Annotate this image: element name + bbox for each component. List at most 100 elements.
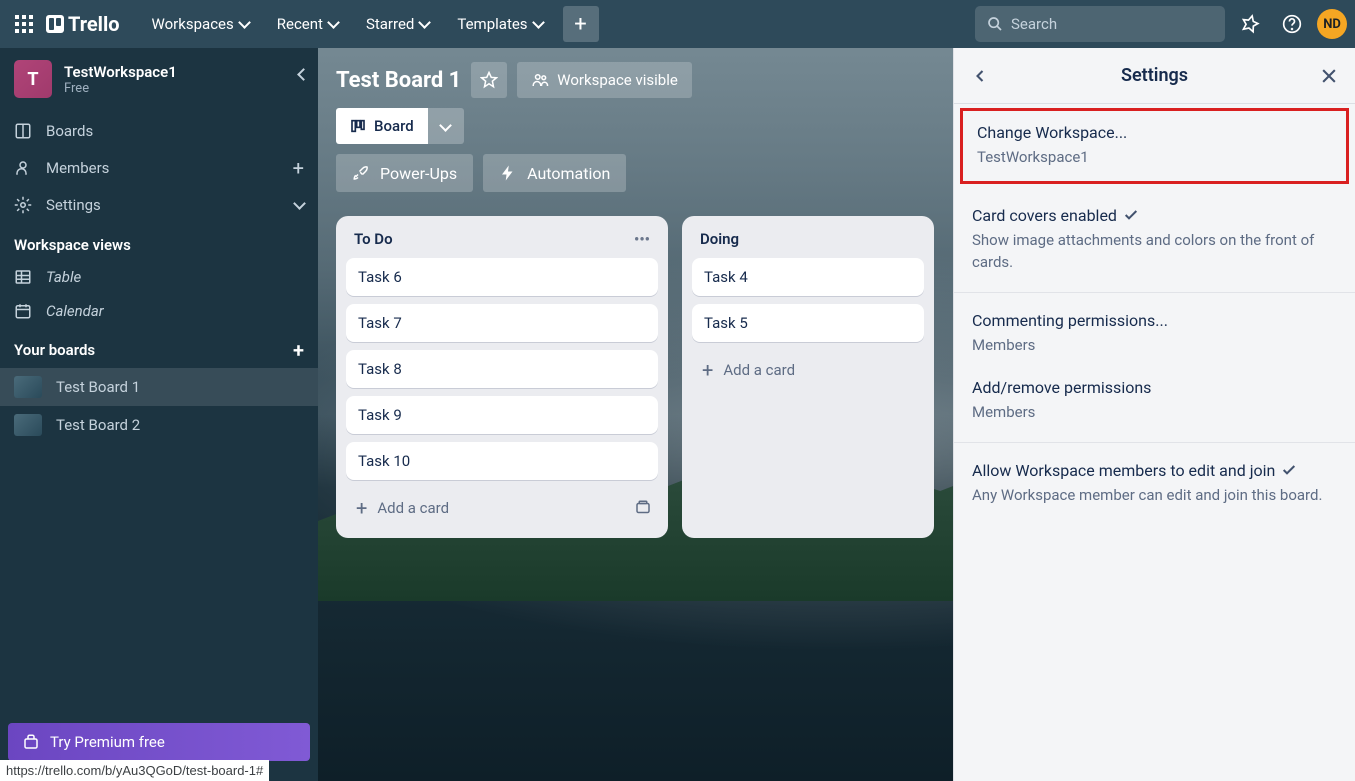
workspace-views-heading: Workspace views bbox=[0, 226, 318, 260]
sidebar-item-settings[interactable]: Settings bbox=[0, 188, 318, 222]
card[interactable]: Task 9 bbox=[346, 396, 658, 434]
allow-workspace-option[interactable]: Allow Workspace members to edit and join… bbox=[972, 461, 1337, 507]
trello-logo[interactable]: Trello bbox=[46, 12, 120, 36]
powerups-label: Power-Ups bbox=[380, 164, 457, 183]
panel-back-button[interactable] bbox=[970, 66, 990, 86]
rocket-icon bbox=[352, 164, 370, 182]
boards-icon bbox=[14, 122, 32, 140]
board-name: Test Board 1 bbox=[56, 378, 140, 396]
check-icon bbox=[1123, 207, 1139, 223]
card[interactable]: Task 10 bbox=[346, 442, 658, 480]
workspace-name: TestWorkspace1 bbox=[64, 63, 177, 81]
premium-icon bbox=[22, 733, 40, 751]
card-template-icon[interactable] bbox=[628, 493, 658, 523]
list-todo: To Do ••• Task 6 Task 7 Task 8 Task 9 Ta… bbox=[336, 216, 668, 538]
change-workspace-value: TestWorkspace1 bbox=[977, 146, 1332, 169]
add-card-button[interactable]: + Add a card bbox=[346, 488, 459, 528]
sidebar-view-calendar[interactable]: Calendar bbox=[0, 294, 318, 328]
add-member-icon[interactable]: + bbox=[293, 156, 304, 180]
allow-workspace-description: Any Workspace member can edit and join t… bbox=[972, 484, 1337, 507]
star-icon bbox=[480, 71, 498, 89]
card[interactable]: Task 5 bbox=[692, 304, 924, 342]
board-view-button[interactable]: Board bbox=[336, 108, 428, 144]
nav-menu: Workspaces Recent Starred Templates bbox=[140, 9, 555, 39]
view-dropdown-button[interactable] bbox=[428, 108, 464, 144]
status-url: https://trello.com/b/yAu3QGoD/test-board… bbox=[0, 760, 269, 781]
board-name: Test Board 2 bbox=[56, 416, 140, 434]
user-avatar[interactable]: ND bbox=[1317, 9, 1347, 39]
search-placeholder: Search bbox=[1011, 15, 1057, 33]
create-button[interactable]: + bbox=[563, 6, 599, 42]
panel-close-button[interactable] bbox=[1319, 66, 1339, 86]
nav-recent[interactable]: Recent bbox=[265, 9, 350, 39]
sidebar-label: Table bbox=[46, 268, 81, 286]
commenting-permissions-option[interactable]: Commenting permissions... Members bbox=[972, 311, 1337, 357]
card-covers-title: Card covers enabled bbox=[972, 206, 1117, 225]
notifications-icon[interactable] bbox=[1233, 7, 1267, 41]
premium-label: Try Premium free bbox=[50, 733, 165, 751]
add-board-icon[interactable]: + bbox=[293, 338, 304, 362]
card[interactable]: Task 7 bbox=[346, 304, 658, 342]
list-menu-icon[interactable]: ••• bbox=[634, 230, 650, 248]
apps-menu-icon[interactable] bbox=[8, 8, 40, 40]
change-workspace-option[interactable]: Change Workspace... TestWorkspace1 bbox=[960, 108, 1349, 184]
commenting-value: Members bbox=[972, 334, 1337, 357]
star-button[interactable] bbox=[471, 62, 507, 98]
check-icon bbox=[1281, 462, 1297, 478]
close-icon bbox=[1319, 66, 1339, 86]
card-covers-option[interactable]: Card covers enabled Show image attachmen… bbox=[972, 206, 1337, 274]
calendar-icon bbox=[14, 302, 32, 320]
board-link-test-board-1[interactable]: Test Board 1 bbox=[0, 368, 318, 406]
view-switcher: Board bbox=[336, 108, 464, 144]
chevron-down-icon bbox=[534, 15, 543, 33]
add-remove-permissions-option[interactable]: Add/remove permissions Members bbox=[972, 378, 1337, 424]
visibility-label: Workspace visible bbox=[557, 71, 678, 89]
board-title[interactable]: Test Board 1 bbox=[336, 68, 461, 93]
search-input[interactable]: Search bbox=[975, 6, 1225, 42]
help-icon[interactable] bbox=[1275, 7, 1309, 41]
card[interactable]: Task 4 bbox=[692, 258, 924, 296]
list-title[interactable]: To Do bbox=[354, 230, 393, 248]
logo-text: Trello bbox=[68, 12, 120, 36]
add-card-button[interactable]: + Add a card bbox=[692, 350, 924, 390]
add-card-label: Add a card bbox=[723, 361, 795, 379]
powerups-button[interactable]: Power-Ups bbox=[336, 154, 473, 192]
board-thumbnail bbox=[14, 414, 42, 436]
nav-templates[interactable]: Templates bbox=[445, 9, 554, 39]
sidebar-label: Settings bbox=[46, 196, 101, 214]
card[interactable]: Task 8 bbox=[346, 350, 658, 388]
sidebar-item-boards[interactable]: Boards bbox=[0, 114, 318, 148]
search-icon bbox=[987, 16, 1003, 32]
nav-starred[interactable]: Starred bbox=[354, 9, 441, 39]
board-link-test-board-2[interactable]: Test Board 2 bbox=[0, 406, 318, 444]
card[interactable]: Task 6 bbox=[346, 258, 658, 296]
chevron-down-icon bbox=[240, 15, 249, 33]
sidebar-label: Calendar bbox=[46, 302, 104, 320]
list-title[interactable]: Doing bbox=[700, 230, 739, 248]
workspace-avatar: T bbox=[14, 60, 52, 98]
chevron-down-icon bbox=[295, 196, 304, 214]
workspace-header[interactable]: T TestWorkspace1 Free bbox=[0, 48, 318, 110]
automation-label: Automation bbox=[527, 164, 610, 183]
visibility-button[interactable]: Workspace visible bbox=[517, 62, 692, 98]
bolt-icon bbox=[499, 164, 517, 182]
try-premium-button[interactable]: Try Premium free bbox=[8, 723, 310, 761]
add-remove-title: Add/remove permissions bbox=[972, 378, 1337, 397]
sidebar-view-table[interactable]: Table bbox=[0, 260, 318, 294]
workspace-plan: Free bbox=[64, 81, 177, 96]
plus-icon: + bbox=[356, 496, 367, 520]
gear-icon bbox=[14, 196, 32, 214]
sidebar-item-members[interactable]: Members + bbox=[0, 148, 318, 188]
collapse-sidebar-icon[interactable] bbox=[299, 66, 308, 85]
your-boards-heading: Your boards + bbox=[0, 328, 318, 368]
panel-title: Settings bbox=[1121, 65, 1188, 86]
view-label: Board bbox=[374, 117, 414, 135]
nav-workspaces[interactable]: Workspaces bbox=[140, 9, 261, 39]
chevron-down-icon bbox=[329, 15, 338, 33]
add-remove-value: Members bbox=[972, 401, 1337, 424]
automation-button[interactable]: Automation bbox=[483, 154, 626, 192]
members-icon bbox=[14, 159, 32, 177]
chevron-down-icon bbox=[441, 117, 450, 136]
card-covers-description: Show image attachments and colors on the… bbox=[972, 229, 1337, 274]
settings-panel: Settings Change Workspace... TestWorkspa… bbox=[953, 48, 1355, 781]
